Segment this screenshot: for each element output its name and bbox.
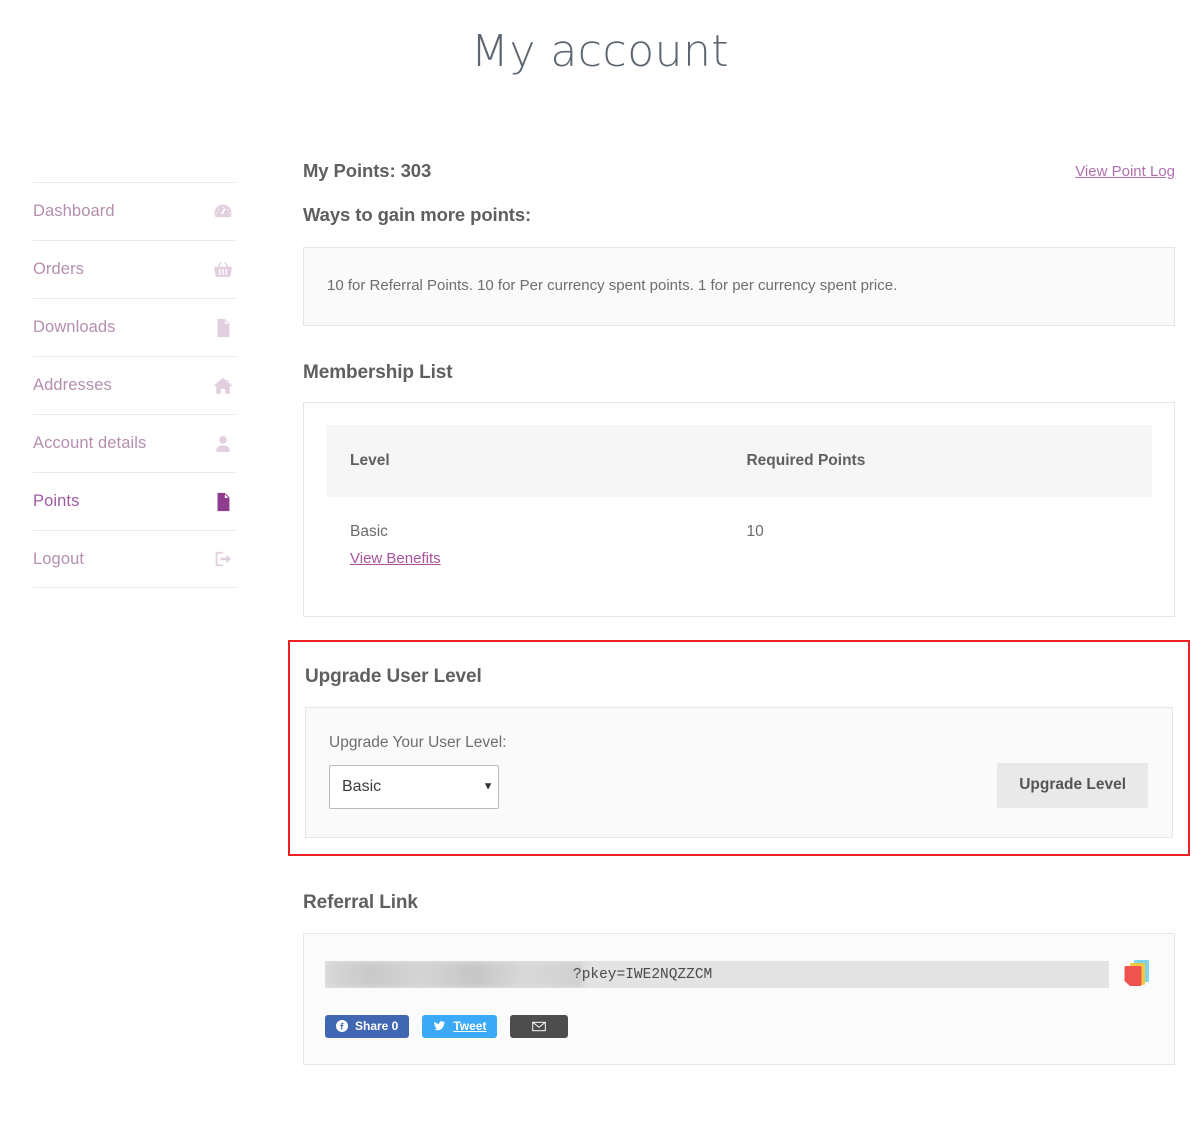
referral-url-key: ?pkey=IWE2NQZZCM: [573, 967, 712, 983]
sidebar-item-label: Orders: [33, 260, 84, 279]
sidebar-item-label: Points: [33, 492, 79, 511]
sidebar-item-dashboard[interactable]: Dashboard: [33, 182, 236, 240]
dashboard-icon: [212, 201, 234, 223]
upgrade-user-level-highlight: Upgrade User Level Upgrade Your User Lev…: [288, 640, 1190, 856]
membership-table-head: Level Required Points: [326, 425, 1152, 497]
table-header-row: Level Required Points: [326, 425, 1152, 497]
view-point-log-link[interactable]: View Point Log: [1075, 163, 1175, 180]
home-icon: [212, 375, 234, 397]
table-row: Basic View Benefits 10: [326, 497, 1152, 594]
cell-level: Basic View Benefits: [326, 497, 722, 594]
referral-link-heading: Referral Link: [303, 892, 1175, 914]
column-header-required-points: Required Points: [722, 425, 1152, 497]
sidebar-item-label: Downloads: [33, 318, 116, 337]
upgrade-user-level-panel: Upgrade Your User Level: Basic ▼ Upgrade…: [305, 707, 1173, 838]
cell-required-points: 10: [722, 497, 1152, 594]
sidebar-item-orders[interactable]: Orders: [33, 240, 236, 298]
twitter-share-button[interactable]: Tweet: [422, 1015, 497, 1038]
file-text-icon: [212, 491, 234, 513]
sidebar-item-label: Logout: [33, 550, 84, 569]
upgrade-level-button[interactable]: Upgrade Level: [997, 763, 1148, 808]
twitter-bird-icon: [433, 1020, 446, 1032]
referral-link-field[interactable]: ?pkey=IWE2NQZZCM: [325, 961, 1109, 988]
membership-list-card: Level Required Points Basic View Benefit…: [303, 402, 1175, 617]
basket-icon: [212, 259, 234, 281]
my-points-heading: My Points: 303: [303, 160, 1175, 182]
upgrade-level-select[interactable]: Basic: [329, 765, 499, 809]
upgrade-level-select-wrap: Basic ▼: [329, 765, 507, 809]
facebook-share-button[interactable]: Share 0: [325, 1015, 409, 1038]
referral-link-row: ?pkey=IWE2NQZZCM: [325, 958, 1153, 992]
points-summary-row: My Points: 303 View Point Log: [303, 160, 1175, 186]
membership-list-heading: Membership List: [303, 362, 1175, 384]
sidebar-item-logout[interactable]: Logout: [33, 530, 236, 588]
user-icon: [212, 433, 234, 455]
sidebar-item-label: Account details: [33, 434, 146, 453]
sidebar-item-label: Addresses: [33, 376, 112, 395]
download-file-icon: [212, 317, 234, 339]
upgrade-user-level-heading: Upgrade User Level: [305, 666, 1173, 688]
account-sidebar-nav: Dashboard Orders Downloads Addresses Acc: [33, 182, 236, 588]
referral-link-card: ?pkey=IWE2NQZZCM Share 0: [303, 933, 1175, 1065]
referral-url-redacted: [325, 961, 583, 988]
facebook-share-label: Share 0: [355, 1020, 398, 1032]
facebook-icon: [336, 1020, 348, 1032]
envelope-icon: [532, 1021, 546, 1032]
level-name: Basic: [350, 523, 388, 540]
page-title: My account: [0, 0, 1200, 76]
ways-to-gain-info-box: 10 for Referral Points. 10 for Per curre…: [303, 247, 1175, 326]
sign-out-icon: [212, 548, 234, 570]
membership-table: Level Required Points Basic View Benefit…: [326, 425, 1152, 594]
sidebar-item-addresses[interactable]: Addresses: [33, 356, 236, 414]
sidebar-item-downloads[interactable]: Downloads: [33, 298, 236, 356]
upgrade-field-group: Upgrade Your User Level: Basic ▼: [329, 734, 507, 809]
sidebar-item-account-details[interactable]: Account details: [33, 414, 236, 472]
copy-icon[interactable]: [1123, 958, 1153, 992]
upgrade-level-label: Upgrade Your User Level:: [329, 734, 507, 752]
email-share-button[interactable]: [510, 1015, 568, 1038]
ways-to-gain-heading: Ways to gain more points:: [303, 204, 1175, 226]
sidebar-item-label: Dashboard: [33, 202, 115, 221]
sidebar-item-points[interactable]: Points: [33, 472, 236, 530]
account-main-content: My Points: 303 View Point Log Ways to ga…: [303, 160, 1175, 1065]
view-benefits-link[interactable]: View Benefits: [350, 550, 441, 567]
membership-table-body: Basic View Benefits 10: [326, 497, 1152, 594]
share-buttons-row: Share 0 Tweet: [325, 1015, 1153, 1038]
twitter-share-label: Tweet: [453, 1020, 486, 1032]
column-header-level: Level: [326, 425, 722, 497]
